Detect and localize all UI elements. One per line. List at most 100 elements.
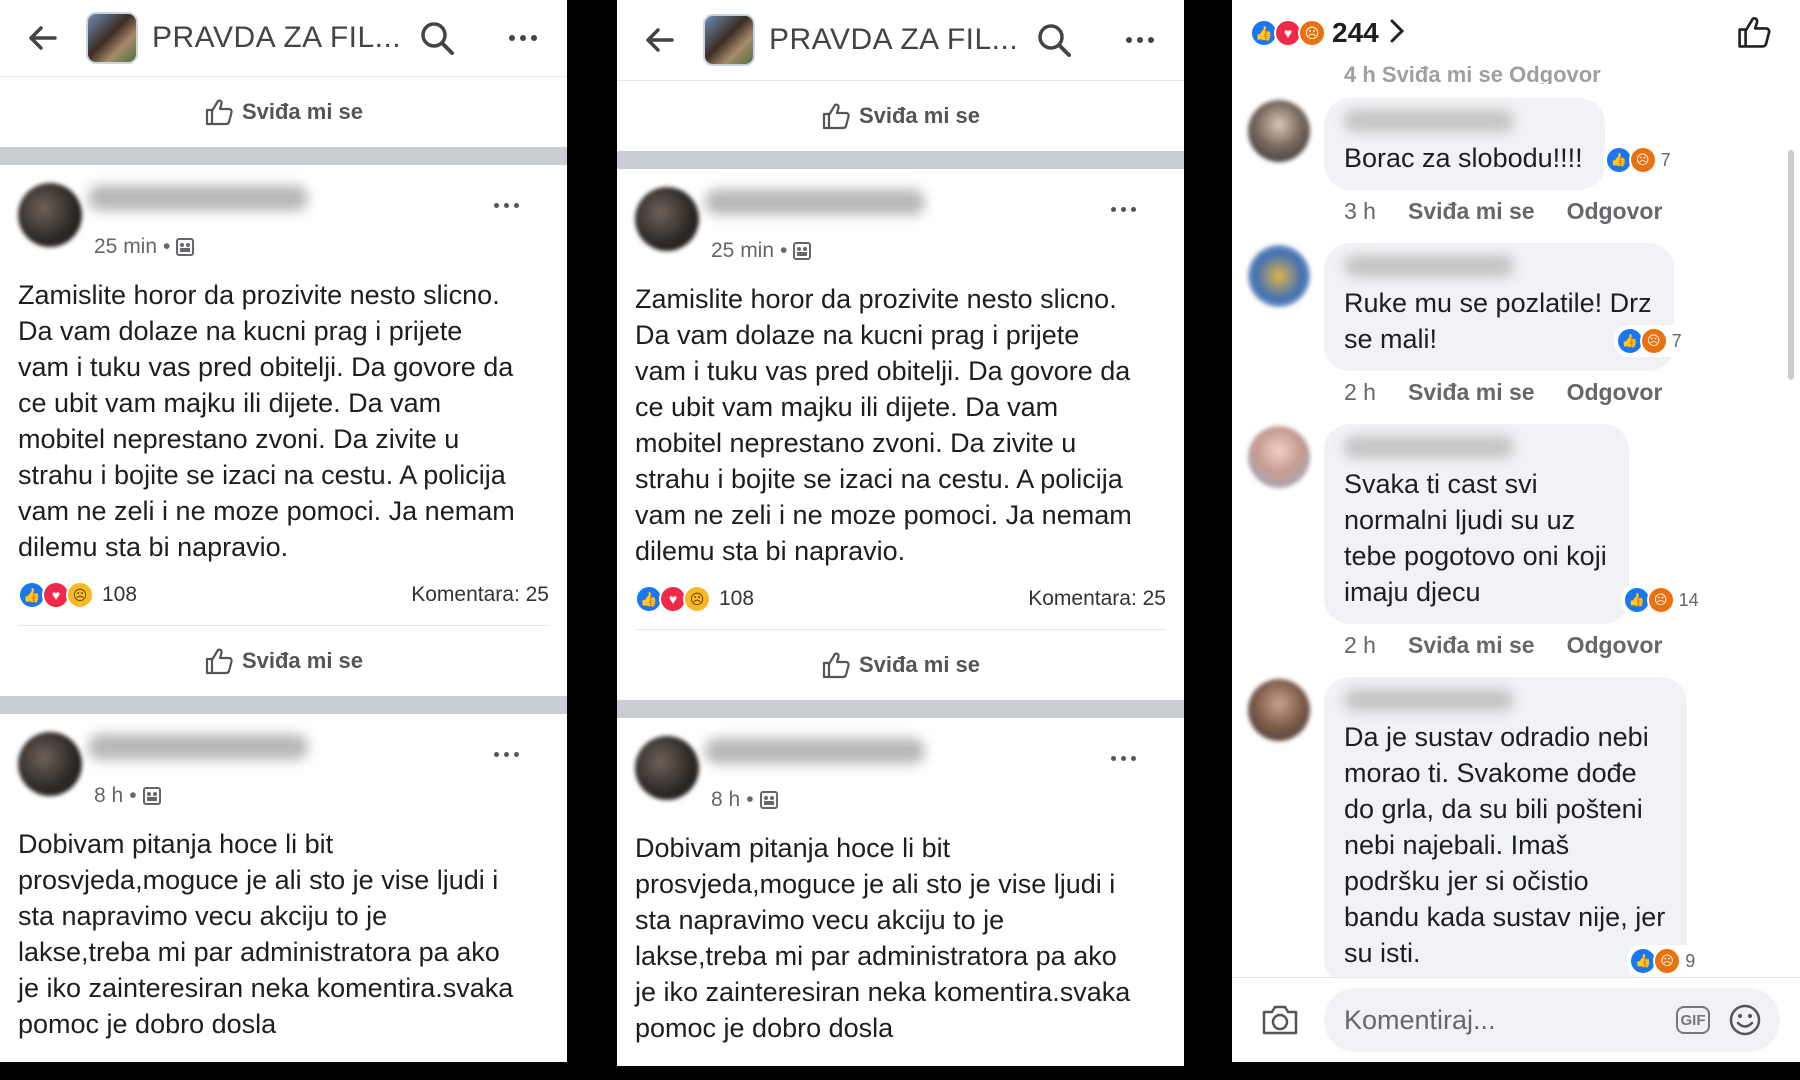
previous-comment-actions: 4 h Sviđa mi se Odgovor	[1344, 62, 1601, 84]
comment-reactions[interactable]: 👍 ☹ 14	[1620, 584, 1705, 616]
reaction-summary[interactable]: 👍 ♥ ☹ 108 Komentara: 25	[635, 569, 1166, 630]
commenter-avatar[interactable]	[1248, 245, 1310, 307]
author-avatar[interactable]	[635, 736, 699, 800]
post-like-button[interactable]: Sviđa mi se	[635, 630, 1166, 700]
group-audience-icon	[793, 242, 812, 260]
comment-reply-link[interactable]: Odgovor	[1567, 632, 1663, 659]
post-screen-middle: PRAVDA ZA FIL... Sviđa mi se 25 min • Za…	[617, 0, 1184, 1066]
gif-icon[interactable]: GIF	[1676, 1006, 1710, 1034]
more-options-icon[interactable]	[503, 20, 543, 56]
comment-reactions[interactable]: 👍 ☹ 7	[1613, 325, 1688, 357]
reaction-summary[interactable]: 👍 ♥ ☹ 108 Komentara: 25	[18, 565, 549, 626]
post-text: Zamislite horor da prozivite nesto slicn…	[18, 280, 515, 562]
group-audience-icon	[759, 791, 778, 809]
post-screen-left: PRAVDA ZA FIL... Sviđa mi se 25 min • Za…	[0, 0, 567, 1062]
group-audience-icon	[142, 787, 161, 805]
comment-bubble[interactable]: Da je sustav odradio nebi morao ti. Svak…	[1324, 677, 1702, 985]
like-label: Sviđa mi se	[858, 103, 981, 128]
comment-count[interactable]: Komentara: 25	[1028, 587, 1166, 611]
group-title[interactable]: PRAVDA ZA FIL...	[769, 23, 1029, 57]
comment-like-link[interactable]: Sviđa mi se	[1408, 379, 1535, 406]
angry-reaction-icon: ☹	[1628, 146, 1657, 174]
post-meta: 25 min •	[94, 235, 195, 259]
search-icon[interactable]	[419, 20, 455, 56]
back-arrow-icon[interactable]	[28, 23, 58, 53]
comment-reactions[interactable]: 👍 ☹ 9	[1627, 945, 1702, 977]
reaction-count: 108	[719, 587, 755, 610]
commenter-name-blurred[interactable]	[1344, 689, 1514, 711]
comment-time: 3 h	[1344, 198, 1376, 224]
post-2: 8 h • Dobivam pitanja hoce li bit prosvj…	[617, 718, 1184, 1046]
author-name-blurred[interactable]	[88, 185, 308, 211]
comment-input[interactable]: Komentiraj... GIF	[1324, 988, 1780, 1052]
more-options-icon[interactable]	[1120, 22, 1160, 58]
comment-bubble[interactable]: Ruke mu se pozlatile! Drz se mali! 👍 ☹ 7	[1324, 243, 1688, 371]
commenter-name-blurred[interactable]	[1344, 110, 1514, 132]
author-avatar[interactable]	[18, 732, 82, 796]
thumbs-up-icon	[205, 648, 233, 675]
comment-reaction-count: 14	[1678, 589, 1699, 610]
author-avatar[interactable]	[18, 183, 82, 247]
thumbs-up-icon	[822, 103, 850, 130]
comment-actions: 2 h Sviđa mi se Odgovor	[1344, 632, 1800, 659]
post-time: 8 h	[711, 788, 741, 811]
post-more-icon[interactable]	[1111, 207, 1136, 212]
author-avatar[interactable]	[635, 187, 699, 251]
post-time: 25 min	[711, 239, 775, 262]
comment-reaction-count: 7	[1660, 149, 1671, 170]
comment-reply-link[interactable]: Odgovor	[1567, 379, 1663, 406]
comment-text: Da je sustav odradio nebi morao ti. Svak…	[1344, 722, 1666, 968]
like-label: Sviđa mi se	[858, 652, 981, 677]
divider	[617, 151, 1184, 169]
angry-reaction-icon: ☹	[1298, 19, 1326, 47]
comment-time: 2 h	[1344, 379, 1376, 405]
camera-icon[interactable]	[1260, 1003, 1300, 1037]
emoji-icon[interactable]	[1728, 1003, 1762, 1037]
comment-like-link[interactable]: Sviđa mi se	[1408, 632, 1535, 659]
back-arrow-icon[interactable]	[645, 25, 675, 55]
comment-item: Borac za slobodu!!!! 👍 ☹ 7 3 h Sviđa mi …	[1232, 98, 1800, 225]
group-avatar[interactable]	[703, 14, 755, 66]
author-name-blurred[interactable]	[705, 738, 925, 764]
thumbs-up-icon[interactable]	[1736, 14, 1772, 55]
comment-reaction-count: 9	[1685, 950, 1696, 971]
divider	[0, 147, 567, 165]
thumbs-up-icon	[822, 652, 850, 679]
comment-count[interactable]: Komentara: 25	[411, 583, 549, 607]
commenter-avatar[interactable]	[1248, 426, 1310, 488]
separator-dot: •	[163, 235, 171, 258]
post-text: Dobivam pitanja hoce li bit prosvjeda,mo…	[18, 829, 514, 1039]
comment-bubble[interactable]: Svaka ti cast svi normalni ljudi su uz t…	[1324, 424, 1705, 624]
separator-dot: •	[129, 784, 137, 807]
comment-like-link[interactable]: Sviđa mi se	[1408, 198, 1535, 225]
post-like-button[interactable]: Sviđa mi se	[18, 626, 549, 696]
comment-composer: Komentiraj... GIF	[1232, 977, 1800, 1062]
commenter-name-blurred[interactable]	[1344, 255, 1514, 277]
group-title[interactable]: PRAVDA ZA FIL...	[152, 21, 412, 55]
post-header: 25 min •	[18, 165, 549, 261]
comment-bubble[interactable]: Borac za slobodu!!!! 👍 ☹ 7	[1324, 98, 1677, 190]
post-more-icon[interactable]	[494, 203, 519, 208]
comment-reply-link[interactable]: Odgovor	[1567, 198, 1663, 225]
author-name-blurred[interactable]	[88, 734, 308, 760]
scrollbar[interactable]	[1788, 150, 1794, 380]
like-label: Sviđa mi se	[241, 99, 364, 124]
comments-screen: 👍 ♥ ☹ 244 4 h Sviđa mi se Odgovor Borac …	[1232, 0, 1800, 1062]
post-more-icon[interactable]	[1111, 756, 1136, 761]
author-name-blurred[interactable]	[705, 189, 925, 215]
search-icon[interactable]	[1036, 22, 1072, 58]
like-button[interactable]: Sviđa mi se	[0, 77, 567, 147]
reaction-total: 244	[1332, 17, 1379, 48]
like-button[interactable]: Sviđa mi se	[617, 81, 1184, 151]
sad-reaction-icon: ☹	[683, 585, 711, 613]
group-avatar[interactable]	[86, 12, 138, 64]
post-more-icon[interactable]	[494, 752, 519, 757]
chevron-right-icon[interactable]	[1389, 18, 1405, 49]
commenter-avatar[interactable]	[1248, 100, 1310, 162]
comment-reactions[interactable]: 👍 ☹ 7	[1602, 144, 1677, 176]
reactions-header[interactable]: 👍 ♥ ☹ 244	[1232, 0, 1800, 66]
divider	[0, 696, 567, 714]
commenter-name-blurred[interactable]	[1344, 436, 1514, 458]
comment-text: Ruke mu se pozlatile! Drz se mali!	[1344, 288, 1652, 354]
commenter-avatar[interactable]	[1248, 679, 1310, 741]
